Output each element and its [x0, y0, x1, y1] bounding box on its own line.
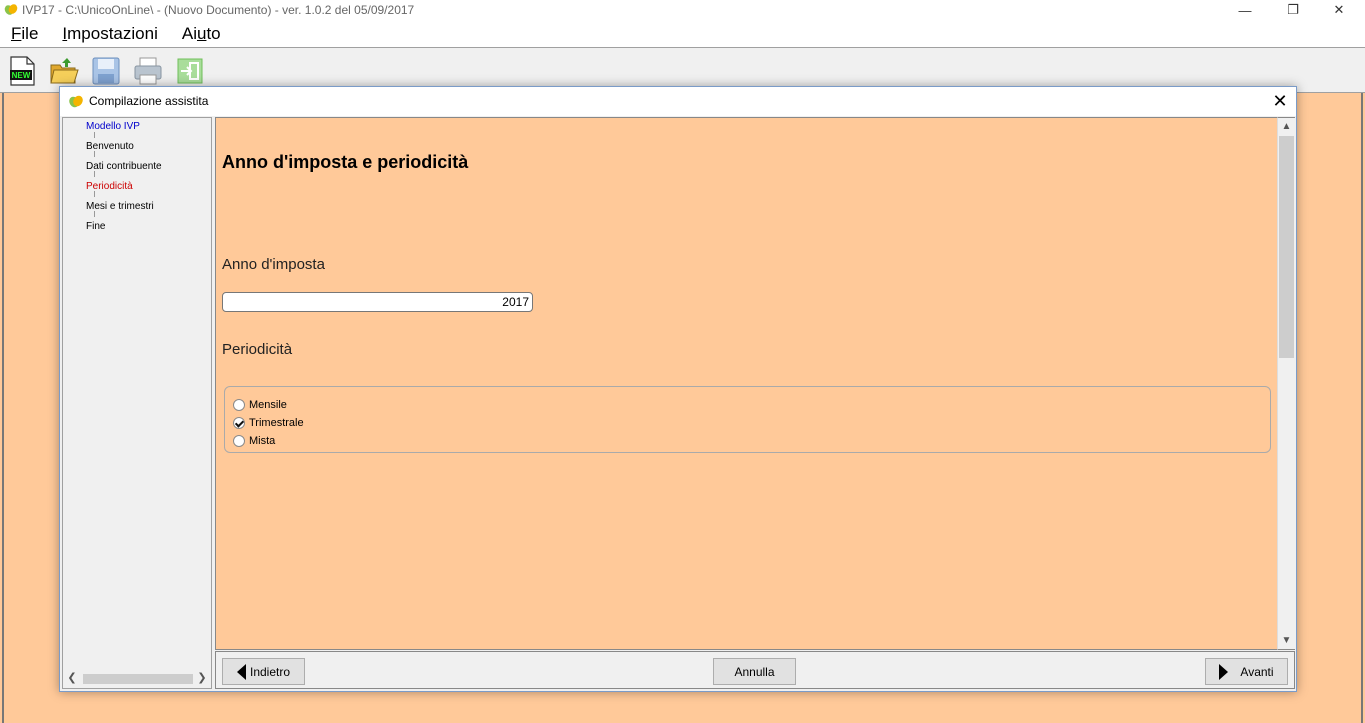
- option-mensile[interactable]: Mensile: [233, 399, 287, 411]
- close-button[interactable]: ✕: [1316, 0, 1362, 20]
- save-icon[interactable]: [91, 56, 121, 86]
- scroll-up-icon[interactable]: ▲: [1278, 118, 1295, 135]
- radio-mista[interactable]: [233, 435, 245, 447]
- radio-trimestrale[interactable]: [233, 417, 245, 429]
- tree-scroll-thumb[interactable]: [83, 674, 193, 684]
- arrow-left-icon: [236, 663, 246, 680]
- tree-item-modello-ivp[interactable]: Modello IVP: [86, 121, 140, 132]
- next-button-label: Avanti: [1240, 664, 1274, 679]
- content-vertical-scrollbar[interactable]: ▲ ▼: [1277, 117, 1295, 650]
- tree-item-mesi-trimestri[interactable]: Mesi e trimestri: [86, 201, 154, 212]
- open-folder-icon[interactable]: [49, 56, 79, 86]
- tree-item-benvenuto[interactable]: Benvenuto: [86, 141, 134, 152]
- minimize-button[interactable]: —: [1222, 0, 1268, 20]
- option-mista[interactable]: Mista: [233, 435, 275, 447]
- menu-bar: File Impostazioni Aiuto: [0, 20, 1365, 47]
- scroll-right-icon[interactable]: ❯: [194, 671, 210, 686]
- year-label: Anno d'imposta: [222, 256, 325, 273]
- option-mensile-label: Mensile: [249, 399, 287, 411]
- new-icon-label: NEW: [12, 71, 31, 80]
- print-icon[interactable]: [133, 56, 163, 86]
- step-heading: Anno d'imposta e periodicità: [222, 152, 469, 172]
- step-content-panel: Anno d'imposta e periodicità Anno d'impo…: [215, 117, 1295, 650]
- year-input[interactable]: [222, 292, 533, 312]
- window-titlebar: IVP17 - C:\UnicoOnLine\ - (Nuovo Documen…: [0, 0, 1365, 20]
- new-document-icon[interactable]: NEW: [7, 56, 37, 86]
- tree-connector: [94, 132, 95, 138]
- radio-mensile[interactable]: [233, 399, 245, 411]
- tree-item-fine[interactable]: Fine: [86, 221, 105, 232]
- maximize-button[interactable]: ❐: [1270, 0, 1316, 20]
- option-mista-label: Mista: [249, 435, 276, 447]
- cancel-button-label: Annulla: [734, 664, 775, 679]
- dialog-title: Compilazione assistita: [89, 94, 209, 108]
- tree-item-periodicita[interactable]: Periodicità: [86, 181, 133, 192]
- period-groupbox: Mensile Trimestrale Mista: [224, 386, 1271, 453]
- dialog-logo-icon: [69, 95, 83, 108]
- next-button[interactable]: Avanti: [1205, 658, 1288, 685]
- scroll-left-icon[interactable]: ❮: [64, 671, 80, 686]
- workspace-left-edge: [2, 93, 4, 723]
- wizard-button-bar: Indietro Annulla Avanti: [215, 651, 1295, 689]
- scroll-down-icon[interactable]: ▼: [1278, 632, 1295, 649]
- cancel-button[interactable]: Annulla: [713, 658, 796, 685]
- wizard-dialog: Compilazione assistita ✕ Modello IVP Ben…: [59, 86, 1297, 692]
- content-scroll-thumb[interactable]: [1279, 136, 1294, 358]
- option-trimestrale[interactable]: Trimestrale: [233, 417, 304, 429]
- wizard-steps-tree: Modello IVP Benvenuto Dati contribuente …: [62, 117, 212, 689]
- menu-impostazioni[interactable]: Impostazioni: [57, 24, 162, 44]
- menu-file[interactable]: File: [6, 24, 43, 44]
- option-trimestrale-label: Trimestrale: [249, 417, 304, 429]
- window-title: IVP17 - C:\UnicoOnLine\ - (Nuovo Documen…: [22, 3, 415, 17]
- back-button-label: Indietro: [249, 664, 291, 679]
- menu-aiuto[interactable]: Aiuto: [177, 24, 226, 44]
- arrow-right-icon: [1219, 663, 1229, 680]
- dialog-close-button[interactable]: ✕: [1264, 87, 1296, 116]
- workspace-right-edge: [1361, 93, 1363, 723]
- tree-horizontal-scrollbar[interactable]: ❮ ❯: [64, 670, 210, 687]
- back-button[interactable]: Indietro: [222, 658, 305, 685]
- app-logo-icon: [4, 4, 18, 15]
- period-label: Periodicità: [222, 341, 293, 358]
- tree-item-dati-contribuente[interactable]: Dati contribuente: [86, 161, 162, 172]
- dialog-titlebar: Compilazione assistita ✕: [60, 87, 1296, 116]
- exit-icon[interactable]: [175, 56, 205, 86]
